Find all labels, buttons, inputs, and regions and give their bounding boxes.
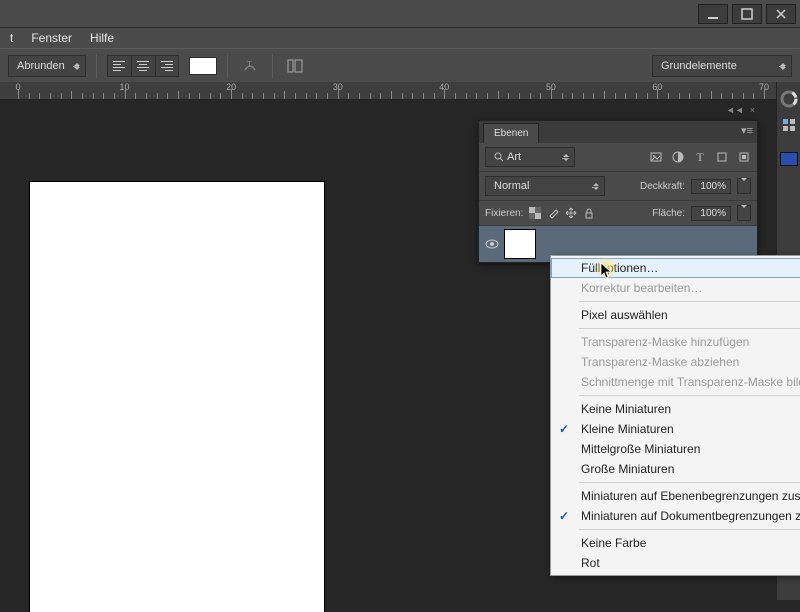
blend-mode-value: Normal bbox=[494, 180, 529, 192]
layer-thumbnail-context-menu: Fülloptionen…Korrektur bearbeiten… Pixel … bbox=[550, 255, 800, 576]
swatches-icon[interactable] bbox=[780, 116, 798, 134]
context-menu-item[interactable]: Pixel auswählen bbox=[551, 305, 800, 325]
context-menu-item: Transparenz-Maske abziehen bbox=[551, 352, 800, 372]
opacity-label: Deckkraft: bbox=[640, 181, 685, 192]
context-menu-separator bbox=[579, 328, 800, 329]
document-canvas[interactable] bbox=[30, 182, 324, 612]
fill-color-swatch[interactable] bbox=[189, 57, 217, 75]
context-menu-item[interactable]: Große Miniaturen bbox=[551, 459, 800, 479]
svg-text:T: T bbox=[247, 60, 252, 69]
layer-filter-label: Art bbox=[507, 151, 521, 163]
fill-value[interactable]: 100% bbox=[691, 206, 731, 221]
menu-bar: t Fenster Hilfe bbox=[0, 28, 800, 48]
context-menu-separator bbox=[579, 482, 800, 483]
lock-label: Fixieren: bbox=[485, 208, 523, 219]
menu-item-hilfe[interactable]: Hilfe bbox=[90, 31, 114, 45]
context-menu-item: Schnittmenge mit Transparenz-Maske bilde… bbox=[551, 372, 800, 392]
align-right-button[interactable] bbox=[155, 55, 179, 77]
panel-close-icon[interactable]: × bbox=[750, 105, 755, 115]
context-menu-item[interactable]: Rot bbox=[551, 553, 800, 573]
lock-transparency-icon[interactable] bbox=[529, 207, 541, 219]
opacity-slider-button[interactable] bbox=[737, 178, 751, 194]
filter-type-icon[interactable]: T bbox=[693, 150, 707, 164]
layers-panel: ◄◄ × Ebenen ▾≡ Art T Normal Deckkraft: 1… bbox=[478, 120, 758, 263]
mouse-cursor bbox=[600, 262, 616, 278]
context-menu-separator bbox=[579, 395, 800, 396]
foreground-color-swatch[interactable] bbox=[780, 150, 798, 168]
blend-mode-dropdown[interactable]: Normal bbox=[485, 176, 605, 196]
window-maximize-button[interactable] bbox=[732, 4, 762, 24]
context-menu-item[interactable]: Fülloptionen… bbox=[551, 258, 800, 278]
text-align-group bbox=[107, 55, 179, 77]
align-center-button[interactable] bbox=[131, 55, 155, 77]
filter-pixel-icon[interactable] bbox=[649, 150, 663, 164]
corner-mode-dropdown[interactable]: Abrunden bbox=[8, 55, 86, 77]
ruler-label: 30 bbox=[333, 82, 343, 92]
layer-thumbnail[interactable] bbox=[505, 230, 535, 258]
context-menu-item[interactable]: Keine Miniaturen bbox=[551, 399, 800, 419]
corner-mode-value: Abrunden bbox=[17, 60, 65, 72]
ruler-label: 50 bbox=[546, 82, 556, 92]
warp-text-button[interactable]: T bbox=[238, 55, 262, 77]
menu-item-0[interactable]: t bbox=[10, 31, 13, 45]
layer-filter-dropdown[interactable]: Art bbox=[485, 147, 575, 167]
fill-slider-button[interactable] bbox=[737, 205, 751, 221]
horizontal-ruler: 0 10 20 30 40 50 60 70 bbox=[0, 82, 776, 100]
context-menu-item: Korrektur bearbeiten… bbox=[551, 278, 800, 298]
window-minimize-button[interactable] bbox=[698, 4, 728, 24]
context-menu-item: Transparenz-Maske hinzufügen bbox=[551, 332, 800, 352]
title-bar bbox=[0, 0, 800, 28]
layer-visibility-icon[interactable] bbox=[485, 237, 499, 251]
panels-toggle-button[interactable] bbox=[283, 55, 307, 77]
lock-pixels-icon[interactable] bbox=[547, 207, 559, 219]
filter-smart-icon[interactable] bbox=[737, 150, 751, 164]
fill-label: Fläche: bbox=[652, 208, 685, 219]
menu-item-fenster[interactable]: Fenster bbox=[31, 31, 72, 45]
options-bar: Abrunden T Grundelemente bbox=[0, 48, 800, 84]
context-menu-separator bbox=[579, 301, 800, 302]
context-menu-separator bbox=[579, 529, 800, 530]
check-icon: ✓ bbox=[559, 422, 569, 436]
filter-adjust-icon[interactable] bbox=[671, 150, 685, 164]
panel-collapse-icon[interactable]: ◄◄ bbox=[726, 105, 744, 115]
context-menu-item[interactable]: Kleine Miniaturen✓ bbox=[551, 419, 800, 439]
ruler-label: 60 bbox=[652, 82, 662, 92]
window-close-button[interactable] bbox=[766, 4, 796, 24]
workspace-value: Grundelemente bbox=[661, 60, 737, 72]
layers-tab[interactable]: Ebenen bbox=[483, 123, 539, 143]
context-menu-item[interactable]: Miniaturen auf Dokumentbegrenzungen zusc… bbox=[551, 506, 800, 526]
context-menu-item[interactable]: Mittelgroße Miniaturen bbox=[551, 439, 800, 459]
panel-menu-icon[interactable]: ▾≡ bbox=[741, 124, 753, 137]
workspace-dropdown[interactable]: Grundelemente bbox=[652, 55, 792, 77]
ruler-label: 40 bbox=[439, 82, 449, 92]
color-wheel-icon[interactable] bbox=[780, 90, 798, 108]
opacity-value[interactable]: 100% bbox=[691, 179, 731, 194]
ruler-label: 10 bbox=[120, 82, 130, 92]
context-menu-item[interactable]: Miniaturen auf Ebenenbegrenzungen zuschn… bbox=[551, 486, 800, 506]
check-icon: ✓ bbox=[559, 509, 569, 523]
ruler-label: 0 bbox=[15, 82, 20, 92]
lock-position-icon[interactable] bbox=[565, 207, 577, 219]
ruler-label: 70 bbox=[759, 82, 769, 92]
context-menu-item[interactable]: Keine Farbe bbox=[551, 533, 800, 553]
filter-shape-icon[interactable] bbox=[715, 150, 729, 164]
align-left-button[interactable] bbox=[107, 55, 131, 77]
ruler-label: 20 bbox=[226, 82, 236, 92]
lock-all-icon[interactable] bbox=[583, 207, 595, 219]
